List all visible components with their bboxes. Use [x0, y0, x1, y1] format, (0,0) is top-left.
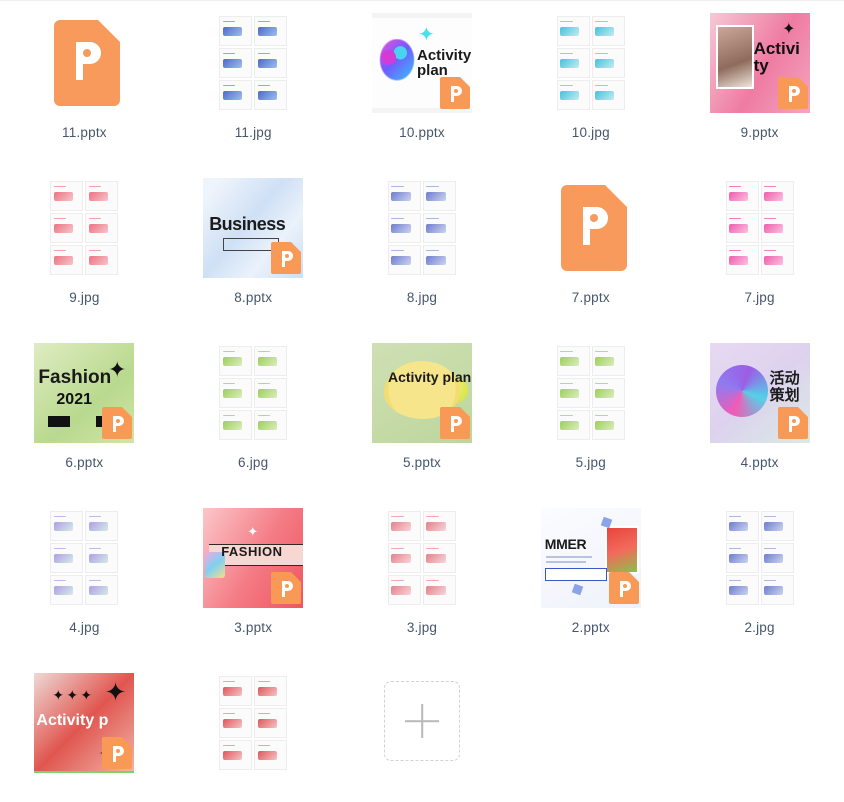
plus-icon: [405, 704, 439, 738]
file-item[interactable]: 11.pptx: [0, 3, 169, 168]
file-label: 5.pptx: [403, 455, 441, 470]
file-item[interactable]: 9.jpg: [0, 168, 169, 333]
cover-title: Activi ty: [753, 39, 800, 75]
file-item[interactable]: 11.jpg: [169, 3, 338, 168]
file-thumbnail[interactable]: ✦ Fashion 2021: [34, 343, 135, 443]
file-item[interactable]: 4.jpg: [0, 498, 169, 663]
file-item[interactable]: 10.jpg: [506, 3, 675, 168]
pptx-badge-icon: [777, 77, 808, 109]
file-thumbnail[interactable]: [541, 178, 641, 278]
file-label: 6.pptx: [65, 455, 104, 470]
file-thumbnail[interactable]: Business: [203, 178, 304, 278]
cover-title: Activity plan: [416, 47, 472, 79]
file-thumbnail[interactable]: [541, 343, 641, 443]
file-thumbnail[interactable]: [203, 13, 303, 113]
pptx-file-icon: [555, 185, 627, 271]
file-label: 9.jpg: [69, 290, 100, 305]
file-label: 2.jpg: [744, 620, 775, 635]
file-item[interactable]: [169, 663, 338, 802]
file-label: 11.jpg: [234, 125, 272, 140]
file-item[interactable]: 活动 策划 4.pptx: [675, 333, 844, 498]
file-grid-view: 11.pptx 11.jpg ✦ Activity plan 10.pptx 1…: [0, 0, 844, 802]
cover-title: Business: [209, 214, 286, 234]
sparkle-icon: ✦: [782, 21, 796, 38]
pptx-badge-icon: [439, 77, 470, 109]
file-thumbnail[interactable]: ✦ Activi ty: [709, 13, 810, 113]
file-label: 9.pptx: [740, 125, 779, 140]
file-label: 7.jpg: [744, 290, 775, 305]
file-item[interactable]: 8.jpg: [338, 168, 507, 333]
file-thumbnail[interactable]: [203, 343, 303, 443]
file-thumbnail[interactable]: MMER: [540, 508, 641, 608]
file-label: 3.jpg: [406, 620, 438, 635]
file-item[interactable]: Business 8.pptx: [169, 168, 338, 333]
file-item[interactable]: 7.jpg: [675, 168, 844, 333]
file-item[interactable]: Activity plan 5.pptx: [338, 333, 507, 498]
file-item[interactable]: ✦ Activi ty 9.pptx: [675, 3, 844, 168]
file-item[interactable]: 6.jpg: [169, 333, 338, 498]
file-label: 5.jpg: [575, 455, 606, 470]
file-thumbnail[interactable]: [203, 673, 303, 773]
file-item[interactable]: 3.jpg: [338, 498, 507, 663]
cover-title: Activity p: [36, 712, 109, 729]
file-thumbnail[interactable]: [34, 13, 134, 113]
file-item[interactable]: ✦ Activity plan 10.pptx: [338, 3, 507, 168]
pptx-badge-icon: [102, 407, 133, 439]
empty-cell: [506, 663, 675, 802]
file-thumbnail[interactable]: [710, 508, 810, 608]
file-label: 10.jpg: [571, 125, 610, 140]
cover-title: Activity plan: [387, 369, 472, 385]
file-item[interactable]: 2.jpg: [675, 498, 844, 663]
file-thumbnail[interactable]: ✦ ✦ ✦ ✦ ✦ Activity p: [34, 673, 135, 773]
file-label: 4.pptx: [740, 455, 779, 470]
file-label: 6.jpg: [238, 455, 269, 470]
file-thumbnail[interactable]: ✦ FASHION: [203, 508, 304, 608]
file-thumbnail[interactable]: [372, 178, 472, 278]
sparkle-icon: ✦: [417, 24, 435, 46]
file-label: 8.pptx: [234, 290, 273, 305]
cover-title: Fashion: [38, 367, 112, 388]
file-label: 11.pptx: [62, 125, 107, 140]
pptx-badge-icon: [271, 572, 302, 604]
file-thumbnail[interactable]: [34, 178, 134, 278]
add-file-button[interactable]: [383, 681, 460, 761]
file-grid: 11.pptx 11.jpg ✦ Activity plan 10.pptx 1…: [0, 3, 844, 802]
pptx-file-icon: [48, 20, 121, 106]
file-item[interactable]: MMER 2.pptx: [506, 498, 675, 663]
pptx-badge-icon: [439, 407, 470, 439]
file-item[interactable]: ✦ Fashion 2021 6.pptx: [0, 333, 169, 498]
pptx-badge-icon: [777, 407, 808, 439]
file-label: 10.pptx: [399, 125, 445, 140]
file-item[interactable]: ✦ FASHION 3.pptx: [169, 498, 338, 663]
pptx-badge-icon: [271, 242, 302, 274]
file-item[interactable]: 7.pptx: [506, 168, 675, 333]
file-item[interactable]: 5.jpg: [506, 333, 675, 498]
cover-title: MMER: [544, 536, 587, 552]
file-label: 2.pptx: [571, 620, 610, 635]
file-thumbnail[interactable]: Activity plan: [371, 343, 472, 443]
file-thumbnail[interactable]: ✦ Activity plan: [371, 13, 472, 113]
file-label: 8.jpg: [406, 290, 438, 305]
file-thumbnail[interactable]: [372, 508, 472, 608]
file-thumbnail[interactable]: [541, 13, 641, 113]
pptx-badge-icon: [608, 572, 639, 604]
file-label: 4.jpg: [69, 620, 100, 635]
sparkle-icon: ✦: [247, 524, 259, 539]
top-divider: [0, 0, 844, 1]
pptx-badge-icon: [102, 737, 133, 769]
file-thumbnail[interactable]: [34, 508, 134, 608]
file-thumbnail[interactable]: [710, 178, 810, 278]
cover-title: 活动 策划: [769, 370, 800, 404]
file-thumbnail[interactable]: 活动 策划: [709, 343, 810, 443]
add-file-item[interactable]: [338, 663, 507, 802]
file-label: 3.pptx: [234, 620, 273, 635]
cover-title: FASHION: [221, 544, 283, 559]
empty-cell: [675, 663, 844, 802]
file-label: 7.pptx: [571, 290, 610, 305]
file-item[interactable]: ✦ ✦ ✦ ✦ ✦ Activity p: [0, 663, 169, 802]
cover-year: 2021: [56, 391, 92, 408]
